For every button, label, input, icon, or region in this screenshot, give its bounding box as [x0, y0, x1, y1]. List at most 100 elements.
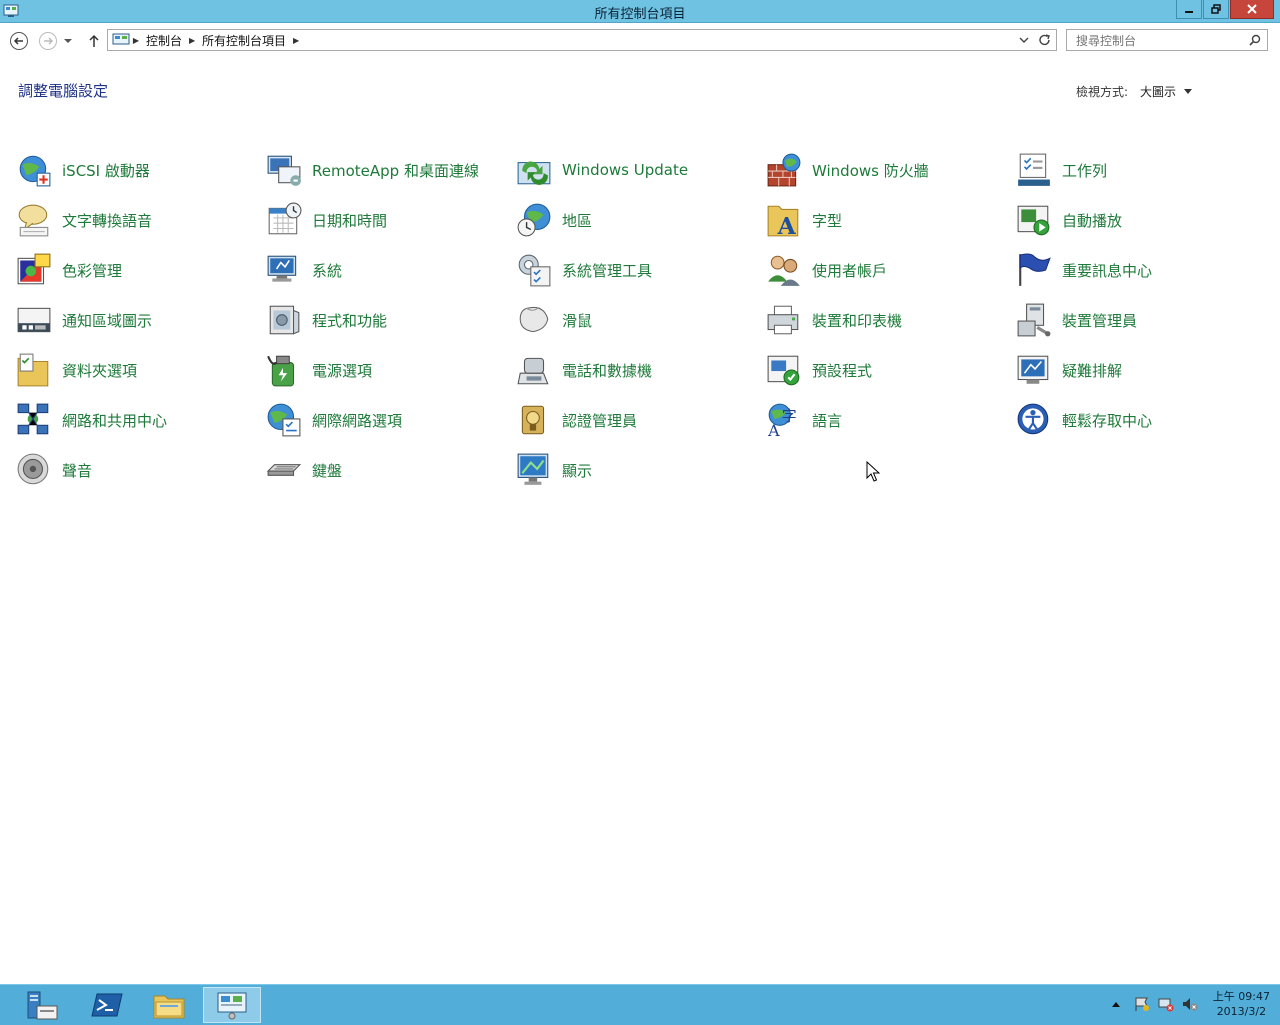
svg-text:字: 字	[782, 408, 797, 425]
taskbar: 上午 09:47 2013/3/2	[0, 984, 1280, 1025]
show-hidden-icons-icon[interactable]	[1111, 1000, 1121, 1008]
search-input[interactable]	[1074, 31, 1248, 51]
item-label: 預設程式	[812, 361, 873, 380]
taskbar-file-explorer[interactable]	[140, 987, 198, 1023]
control-panel-item[interactable]: A 字型	[766, 200, 1006, 240]
control-panel-item[interactable]: 認證管理員	[516, 400, 756, 440]
back-arrow-icon	[10, 32, 28, 50]
globe-clock-icon	[517, 203, 551, 237]
control-panel-item[interactable]: 文字轉換語音	[16, 200, 256, 240]
folder-options-icon	[17, 353, 49, 387]
control-panel-item[interactable]: 輕鬆存取中心	[1016, 400, 1256, 440]
item-label: 輕鬆存取中心	[1062, 411, 1153, 430]
windows-update-icon	[517, 161, 551, 185]
breadcrumb-separator-icon[interactable]: ▶	[130, 36, 142, 45]
action-center-flag-icon	[1019, 253, 1051, 286]
control-panel-item[interactable]: 自動播放	[1016, 200, 1256, 240]
svg-text:A: A	[767, 421, 780, 438]
control-panel-item[interactable]: 滑鼠	[516, 300, 756, 340]
display-icon	[517, 453, 549, 485]
up-button[interactable]	[84, 31, 104, 51]
control-panel-item[interactable]: 預設程式	[766, 350, 1006, 390]
control-panel-item[interactable]: 疑難排解	[1016, 350, 1256, 390]
control-panel-item[interactable]: 裝置和印表機	[766, 300, 1006, 340]
close-icon	[1247, 4, 1257, 14]
item-label: 系統管理工具	[562, 261, 653, 280]
search-icon[interactable]	[1249, 34, 1261, 46]
window-controls	[1175, 0, 1274, 20]
control-panel-item[interactable]: iSCSI 啟動器	[16, 150, 256, 190]
control-panel-item[interactable]: 聲音	[16, 450, 256, 490]
taskbar-clock[interactable]: 上午 09:47 2013/3/2	[1213, 989, 1270, 1019]
taskbar-server-manager[interactable]	[14, 987, 72, 1023]
control-panel-item[interactable]: 系統	[266, 250, 506, 290]
control-panel-item[interactable]: 顯示	[516, 450, 756, 490]
control-panel-item[interactable]: 鍵盤	[266, 450, 506, 490]
action-center-flag-icon[interactable]	[1133, 996, 1151, 1012]
system-icon	[267, 255, 297, 282]
control-panel-item[interactable]: 字 A 語言	[766, 400, 1006, 440]
control-panel-item[interactable]: 資料夾選項	[16, 350, 256, 390]
taskbar-icon	[1018, 153, 1050, 186]
admin-tools-icon	[518, 254, 551, 287]
keyboard-icon	[266, 464, 302, 476]
item-label: 聲音	[62, 461, 93, 480]
item-label: 資料夾選項	[62, 361, 138, 380]
control-panel-item[interactable]: 日期和時間	[266, 200, 506, 240]
item-label: 使用者帳戶	[812, 261, 888, 280]
control-panel-item[interactable]: 通知區域圖示	[16, 300, 256, 340]
control-panel-item[interactable]: 網際網路選項	[266, 400, 506, 440]
item-label: 網際網路選項	[312, 411, 403, 430]
control-panel-item[interactable]: 色彩管理	[16, 250, 256, 290]
view-by-dropdown[interactable]: 大圖示	[1140, 83, 1176, 100]
troubleshooting-icon	[1017, 355, 1049, 384]
search-box[interactable]	[1066, 29, 1268, 51]
language-icon: 字A	[767, 403, 797, 438]
speech-bubble-icon	[18, 204, 49, 237]
server-manager-icon	[27, 991, 58, 1020]
page-title: 調整電腦設定	[18, 82, 109, 100]
view-by-label: 檢視方式:	[1076, 85, 1129, 99]
control-panel-item[interactable]: 電話和數據機	[516, 350, 756, 390]
breadcrumb-all-items[interactable]: 所有控制台項目	[198, 32, 290, 49]
control-panel-item[interactable]: 地區	[516, 200, 756, 240]
back-button[interactable]	[9, 31, 29, 51]
item-label: 自動播放	[1062, 211, 1123, 230]
refresh-icon[interactable]	[1038, 33, 1052, 47]
restore-button[interactable]	[1203, 0, 1229, 19]
control-panel-item[interactable]: 工作列	[1016, 150, 1256, 190]
breadcrumb-control-panel[interactable]: 控制台	[142, 32, 186, 49]
item-label: 滑鼠	[562, 311, 593, 330]
close-button[interactable]	[1230, 0, 1274, 19]
breadcrumb-separator-icon[interactable]: ▶	[186, 36, 198, 45]
taskbar-control-panel[interactable]	[203, 987, 261, 1023]
taskbar-powershell[interactable]	[78, 987, 136, 1023]
calendar-clock-icon	[268, 202, 302, 235]
control-panel-item[interactable]: 程式和功能	[266, 300, 506, 340]
item-label: 裝置和印表機	[812, 311, 903, 330]
control-panel-item[interactable]: Windows 防火牆	[766, 150, 1006, 190]
breadcrumb-separator-icon[interactable]: ▶	[290, 36, 302, 45]
ease-of-access-icon	[1017, 403, 1049, 435]
minimize-button[interactable]	[1176, 0, 1202, 19]
control-panel-item[interactable]: 裝置管理員	[1016, 300, 1256, 340]
item-label: 地區	[562, 211, 593, 230]
recent-locations-button[interactable]	[62, 31, 74, 51]
network-icon[interactable]	[1157, 996, 1175, 1012]
control-panel-item[interactable]: 網路和共用中心	[16, 400, 256, 440]
control-panel-item[interactable]: 使用者帳戶	[766, 250, 1006, 290]
control-panel-item[interactable]: 電源選項	[266, 350, 506, 390]
internet-options-icon	[267, 403, 301, 437]
item-label: 認證管理員	[562, 411, 638, 430]
restore-icon	[1211, 4, 1221, 14]
control-panel-item[interactable]: 重要訊息中心	[1016, 250, 1256, 290]
control-panel-item[interactable]: RemoteApp 和桌面連線	[266, 150, 506, 190]
forward-arrow-icon	[39, 32, 57, 50]
control-panel-item[interactable]: 系統管理工具	[516, 250, 756, 290]
address-dropdown-icon[interactable]	[1018, 33, 1030, 47]
forward-button[interactable]	[38, 31, 58, 51]
control-panel-item[interactable]: Windows Update	[516, 150, 756, 190]
volume-icon[interactable]	[1181, 996, 1199, 1012]
chevron-down-icon[interactable]	[1184, 89, 1193, 94]
address-bar[interactable]: ▶ 控制台 ▶ 所有控制台項目 ▶	[107, 29, 1057, 51]
